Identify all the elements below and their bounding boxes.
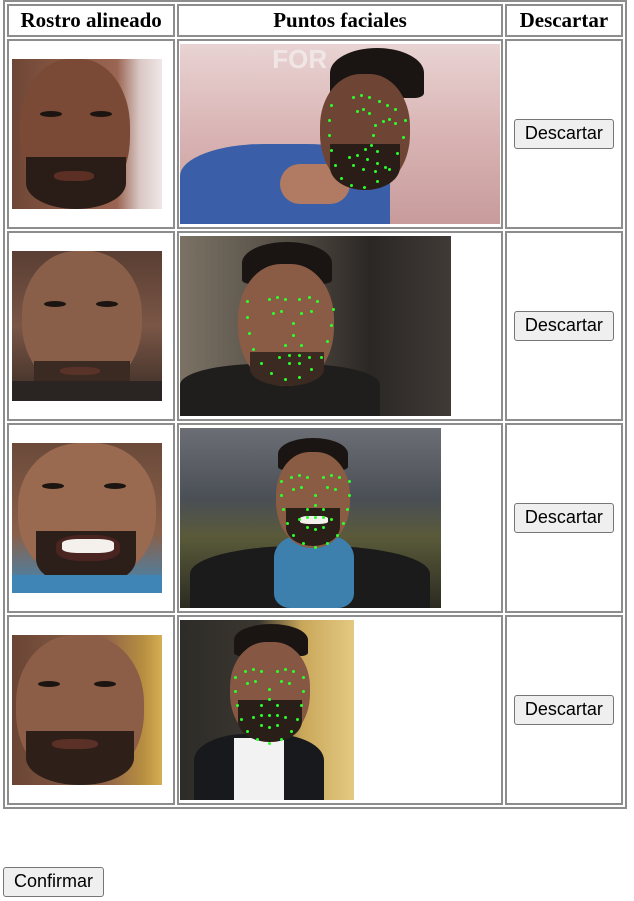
faces-table: Rostro alineado Puntos faciales Descarta… xyxy=(3,0,627,809)
header-row: Rostro alineado Puntos faciales Descarta… xyxy=(7,4,623,37)
aligned-face-image xyxy=(12,59,162,209)
aligned-face-cell xyxy=(7,231,176,421)
header-discard: Descartar xyxy=(504,4,623,37)
confirm-button[interactable]: Confirmar xyxy=(3,867,105,897)
facial-points-image xyxy=(180,236,452,416)
landmark-point xyxy=(348,494,352,497)
header-facial-points: Puntos faciales xyxy=(177,4,503,37)
table-row: Descartar xyxy=(7,615,623,805)
facial-points-image xyxy=(180,620,355,800)
facial-points-image xyxy=(180,428,442,608)
facial-points-image: FOR xyxy=(180,44,501,224)
aligned-face-image xyxy=(12,635,162,785)
discard-cell: Descartar xyxy=(504,615,623,805)
facial-points-cell xyxy=(177,231,503,421)
aligned-face-image xyxy=(12,443,162,593)
landmark-point xyxy=(348,480,352,483)
discard-cell: Descartar xyxy=(504,39,623,229)
facial-points-cell xyxy=(177,423,503,613)
discard-button[interactable]: Descartar xyxy=(513,311,614,341)
discard-button[interactable]: Descartar xyxy=(513,695,614,725)
backdrop-text: FOR xyxy=(272,44,328,74)
table-row: Descartar xyxy=(7,423,623,613)
table-row: Descartar xyxy=(7,231,623,421)
aligned-face-image xyxy=(12,251,162,401)
discard-button[interactable]: Descartar xyxy=(513,503,614,533)
discard-cell: Descartar xyxy=(504,423,623,613)
discard-cell: Descartar xyxy=(504,231,623,421)
facial-points-cell: FOR xyxy=(177,39,503,229)
aligned-face-cell xyxy=(7,615,176,805)
landmark-point xyxy=(332,308,336,311)
aligned-face-cell xyxy=(7,423,176,613)
aligned-face-cell xyxy=(7,39,176,229)
facial-points-cell xyxy=(177,615,503,805)
discard-button[interactable]: Descartar xyxy=(513,119,614,149)
table-row: FOR Descartar xyxy=(7,39,623,229)
header-aligned-face: Rostro alineado xyxy=(7,4,176,37)
